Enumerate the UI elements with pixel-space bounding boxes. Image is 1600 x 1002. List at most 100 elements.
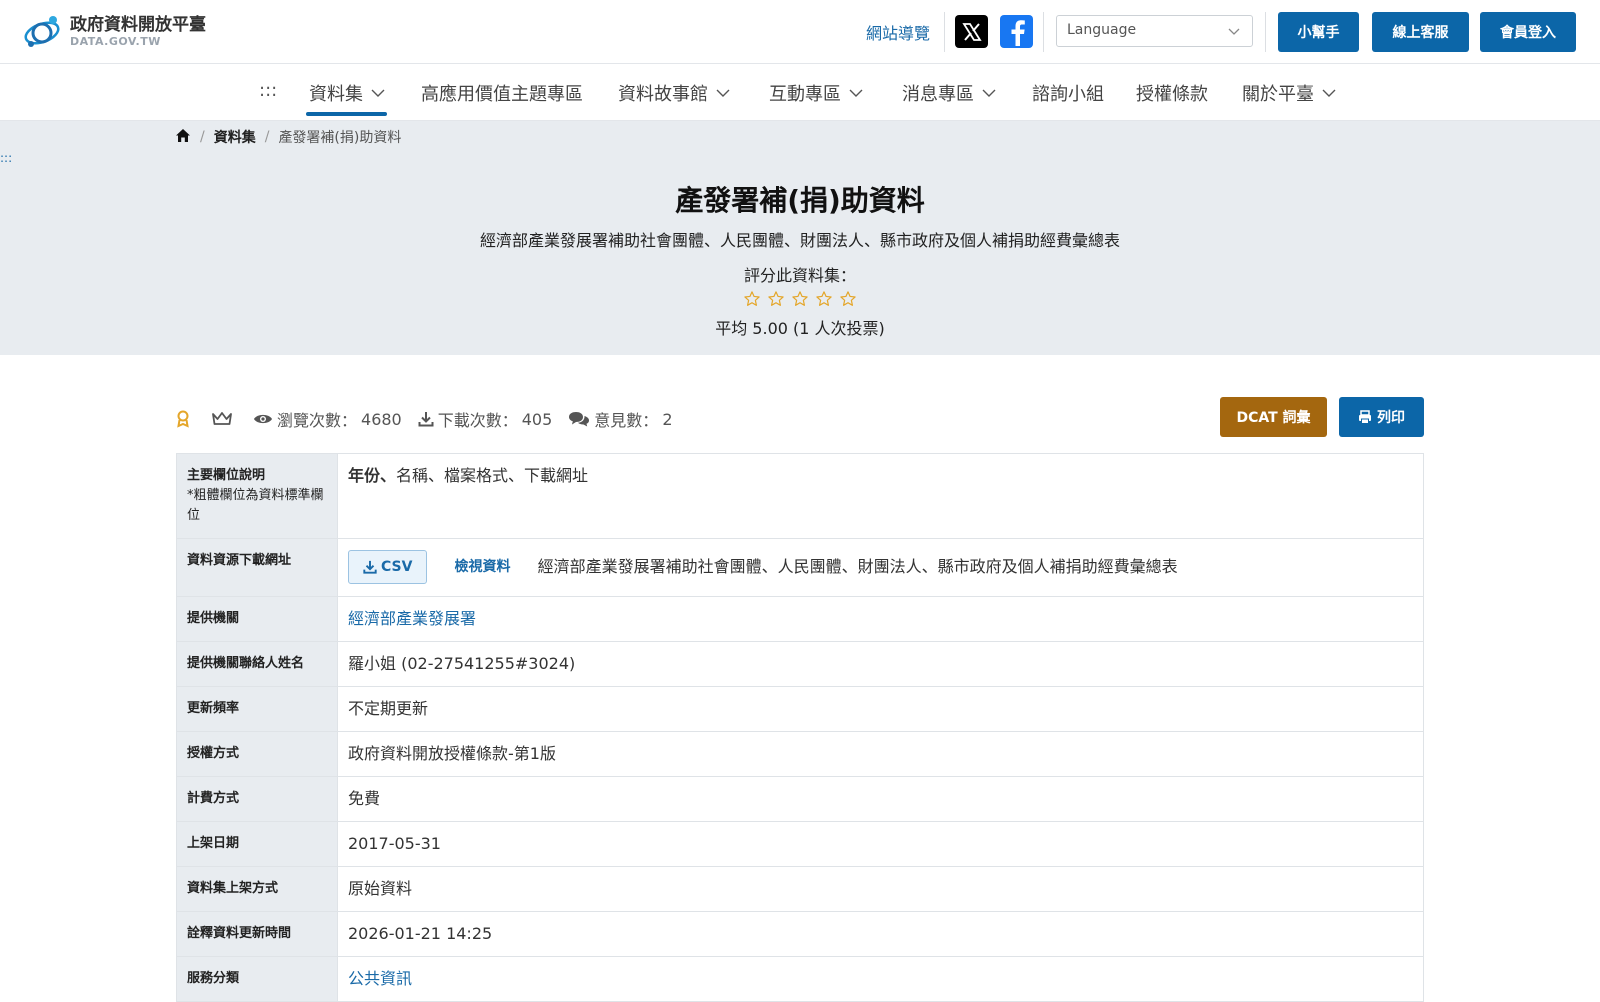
nav-item-news[interactable]: 消息專區 [902, 80, 996, 106]
print-button[interactable]: 列印 [1339, 397, 1424, 437]
site-nav-link[interactable]: 網站導覽 [866, 20, 930, 44]
chevron-down-icon [849, 89, 863, 97]
download-icon [363, 560, 377, 574]
star-rating [740, 290, 860, 312]
dataset-stats: 瀏覽次數： 4680 下載次數： 405 意見數： 2 [175, 407, 689, 431]
row-label: 提供機關 [176, 596, 338, 642]
row-value: CSV 檢視資料 經濟部產業發展署補助社會團體、人民團體、財團法人、縣市政府及個… [337, 538, 1424, 597]
member-login-button[interactable]: 會員登入 [1480, 12, 1576, 52]
breadcrumb-datasets[interactable]: 資料集 [214, 127, 256, 147]
table-row: 資料資源下載網址 CSV 檢視資料 經濟部產業發展署補助社會團體、人民團體、財團… [176, 538, 1424, 597]
chevron-down-icon [1228, 28, 1240, 35]
standard-field: 年份、 [348, 466, 397, 485]
chevron-down-icon [1322, 89, 1336, 97]
row-label: 詮釋資料更新時間 [176, 911, 338, 957]
nav-item-interactive[interactable]: 互動專區 [769, 80, 863, 106]
star-icon[interactable] [740, 290, 764, 312]
home-icon[interactable] [175, 128, 191, 147]
logo-title: 政府資料開放平臺 [70, 14, 206, 35]
row-value: 2026-01-21 14:25 [337, 911, 1424, 957]
dataset-hero: / 資料集 / 產發署補(捐)助資料 ::: 產發署補(捐)助資料 經濟部產業發… [0, 121, 1600, 355]
view-count-value: 4680 [361, 409, 402, 429]
star-icon[interactable] [812, 290, 836, 312]
facebook-icon[interactable] [1000, 15, 1033, 48]
row-label: 主要欄位說明 *粗體欄位為資料標準欄位 [176, 453, 338, 539]
printer-icon [1359, 410, 1371, 424]
helper-button[interactable]: 小幫手 [1278, 12, 1359, 52]
nav-item-high-value[interactable]: 高應用價值主題專區 [421, 80, 583, 106]
site-logo[interactable]: 政府資料開放平臺 DATA.GOV.TW [22, 11, 206, 51]
nav-item-label: 互動專區 [769, 84, 841, 105]
category-link[interactable]: 公共資訊 [348, 969, 412, 988]
resource-description: 經濟部產業發展署補助社會團體、人民團體、財團法人、縣市政府及個人補捐助經費彙總表 [537, 557, 1178, 576]
breadcrumb-separator: / [264, 129, 270, 145]
row-label: 提供機關聯絡人姓名 [176, 641, 338, 687]
row-label: 授權方式 [176, 731, 338, 777]
row-value: 2017-05-31 [337, 821, 1424, 867]
download-count-label: 下載次數： [437, 411, 518, 430]
main-nav: ::: 資料集 高應用價值主題專區 資料故事館 互動專區 消息專區 諮詢小組 授… [0, 64, 1600, 121]
table-row: 上架日期 2017-05-31 [176, 821, 1424, 867]
nav-item-license[interactable]: 授權條款 [1136, 80, 1208, 106]
row-label: 服務分類 [176, 956, 338, 1002]
dataset-description: 經濟部產業發展署補助社會團體、人民團體、財團法人、縣市政府及個人補捐助經費彙總表 [479, 231, 1120, 250]
logo-globe-icon [24, 16, 60, 47]
table-row: 提供機關 經濟部產業發展署 [176, 596, 1424, 642]
chevron-down-icon [371, 89, 385, 97]
x-twitter-icon[interactable] [955, 15, 988, 48]
view-count-label: 瀏覽次數： [277, 411, 358, 430]
view-data-link[interactable]: 檢視資料 [455, 559, 511, 575]
star-icon[interactable] [764, 290, 788, 312]
table-row: 主要欄位說明 *粗體欄位為資料標準欄位 年份、名稱、檔案格式、下載網址 [176, 453, 1424, 539]
nav-item-label: 高應用價值主題專區 [421, 84, 583, 105]
crown-icon [211, 411, 237, 427]
table-row: 計費方式 免費 [176, 776, 1424, 822]
top-header: 政府資料開放平臺 DATA.GOV.TW 網站導覽 Language 小幫手 線… [0, 0, 1600, 64]
row-label: 資料集上架方式 [176, 866, 338, 912]
table-row: 提供機關聯絡人姓名 羅小姐 (02-27541255#3024) [176, 641, 1424, 687]
main-fields-label: 主要欄位說明 [187, 468, 266, 483]
comment-count-label: 意見數： [594, 411, 659, 430]
language-select-value: Language [1067, 22, 1137, 38]
row-value: 經濟部產業發展署 [337, 596, 1424, 642]
star-icon[interactable] [788, 290, 812, 312]
table-row: 資料集上架方式 原始資料 [176, 866, 1424, 912]
nav-skip-anchor[interactable]: ::: [259, 80, 277, 101]
page-title: 產發署補(捐)助資料 [675, 184, 925, 217]
nav-item-about[interactable]: 關於平臺 [1242, 80, 1336, 106]
content-skip-anchor[interactable]: ::: [0, 151, 12, 165]
divider [1265, 12, 1266, 52]
table-row: 授權方式 政府資料開放授權條款-第1版 [176, 731, 1424, 777]
rating-average: 平均 5.00 (1 人次投票) [715, 319, 885, 338]
chevron-down-icon [982, 89, 996, 97]
comments-icon [569, 412, 590, 427]
row-value: 不定期更新 [337, 686, 1424, 732]
award-icon [175, 410, 195, 428]
nav-item-datasets[interactable]: 資料集 [309, 80, 385, 106]
chevron-down-icon [716, 89, 730, 97]
csv-download-button[interactable]: CSV [348, 550, 428, 584]
row-label: 資料資源下載網址 [176, 538, 338, 597]
online-service-button[interactable]: 線上客服 [1372, 12, 1469, 52]
breadcrumb: / 資料集 / 產發署補(捐)助資料 [175, 127, 401, 147]
logo-subtitle: DATA.GOV.TW [70, 34, 161, 48]
print-button-label: 列印 [1377, 410, 1405, 426]
nav-item-advisory[interactable]: 諮詢小組 [1032, 80, 1104, 106]
comment-count: 意見數： 2 [568, 407, 673, 431]
nav-item-stories[interactable]: 資料故事館 [618, 80, 730, 106]
nav-item-label: 諮詢小組 [1032, 84, 1104, 105]
row-value: 羅小姐 (02-27541255#3024) [337, 641, 1424, 687]
language-select[interactable]: Language [1056, 15, 1253, 47]
nav-item-label: 授權條款 [1136, 84, 1208, 105]
row-value: 政府資料開放授權條款-第1版 [337, 731, 1424, 777]
provider-link[interactable]: 經濟部產業發展署 [348, 609, 476, 628]
rating-label: 評分此資料集： [743, 266, 856, 285]
table-row: 更新頻率 不定期更新 [176, 686, 1424, 732]
download-count-value: 405 [521, 409, 553, 429]
breadcrumb-current: 產發署補(捐)助資料 [278, 130, 402, 146]
nav-item-label: 關於平臺 [1242, 84, 1314, 105]
dcat-vocabulary-button[interactable]: DCAT 詞彙 [1220, 397, 1327, 437]
star-icon[interactable] [836, 290, 860, 312]
download-icon [418, 412, 434, 427]
nav-item-label: 資料故事館 [618, 84, 708, 105]
